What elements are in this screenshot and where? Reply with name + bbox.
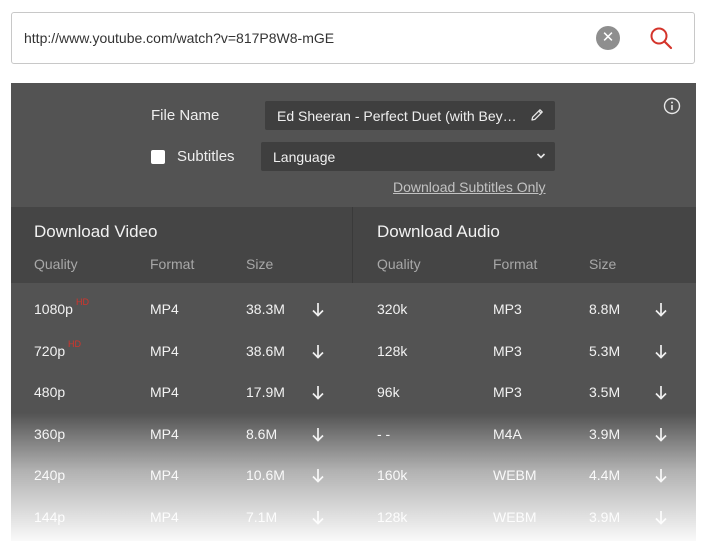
table-row: 480p MP4 17.9M 96k MP3 3.5M (11, 372, 696, 413)
download-arrow-icon[interactable] (311, 427, 325, 442)
video-format-header: Format (150, 256, 195, 272)
video-format-cell: MP4 (150, 508, 179, 525)
table-row: 720p HD MP4 38.6M 128k MP3 5.3M (11, 331, 696, 372)
video-size-header: Size (246, 256, 274, 272)
video-format-cell: MP4 (150, 301, 179, 317)
video-quality-cell: 240p (34, 467, 66, 483)
subtitles-label: Subtitles (177, 148, 235, 165)
video-size-cell: 17.9M (246, 384, 285, 400)
audio-size-cell: 3.5M (589, 384, 621, 400)
language-select[interactable]: Language (261, 142, 555, 171)
audio-quality-cell: 96k (377, 384, 400, 400)
url-input[interactable] (24, 27, 584, 49)
audio-format-cell: MP3 (493, 301, 522, 317)
download-arrow-icon[interactable] (311, 468, 325, 483)
table-row: 144p MP4 7.1M 128k WEBM 3.9M (11, 497, 696, 538)
hd-badge: HD (76, 297, 89, 307)
video-format-cell: MP4 (150, 384, 179, 400)
video-size-cell: 7.1M (246, 508, 278, 525)
audio-size-cell: 5.3M (589, 342, 621, 359)
chevron-down-icon (536, 153, 546, 159)
video-size-cell: 38.6M (246, 342, 285, 359)
pencil-icon[interactable] (529, 107, 545, 123)
video-quality-cell: 1080p (34, 301, 73, 317)
search-icon[interactable] (648, 25, 674, 51)
video-size-cell: 8.6M (246, 425, 278, 442)
video-quality-cell: 720p (34, 342, 66, 359)
download-arrow-icon[interactable] (311, 302, 325, 317)
audio-quality-header: Quality (377, 256, 421, 272)
audio-format-cell: WEBM (493, 508, 537, 525)
download-video-title: Download Video (34, 222, 158, 241)
file-name-field[interactable]: Ed Sheeran - Perfect Duet (with Beyo... (265, 101, 555, 130)
audio-size-cell: 3.9M (589, 508, 621, 525)
download-arrow-icon[interactable] (311, 385, 325, 400)
audio-quality-cell: - - (377, 425, 391, 442)
video-quality-header: Quality (34, 256, 78, 272)
audio-quality-cell: 128k (377, 508, 408, 525)
audio-format-header: Format (493, 256, 538, 272)
download-arrow-icon[interactable] (654, 427, 668, 442)
table-row: 360p MP4 8.6M - - M4A 3.9M (11, 414, 696, 455)
audio-format-cell: MP3 (493, 342, 522, 359)
download-audio-title: Download Audio (377, 222, 500, 241)
download-arrow-icon[interactable] (654, 385, 668, 400)
hd-badge: HD (68, 338, 81, 349)
download-arrow-icon[interactable] (654, 510, 668, 525)
table-row: 240p MP4 10.6M 160k WEBM 4.4M (11, 455, 696, 496)
download-arrow-icon[interactable] (654, 302, 668, 317)
video-quality-cell: 360p (34, 425, 66, 442)
audio-format-cell: M4A (493, 425, 522, 442)
audio-format-cell: WEBM (493, 467, 537, 483)
video-quality-cell: 480p (34, 384, 66, 400)
subtitles-checkbox[interactable] (151, 150, 165, 164)
file-name-label: File Name (151, 107, 220, 124)
download-arrow-icon[interactable] (311, 510, 325, 525)
video-format-cell: MP4 (150, 425, 179, 442)
audio-size-header: Size (589, 256, 617, 272)
download-arrow-icon[interactable] (311, 344, 325, 359)
url-bar: ✕ (11, 12, 695, 64)
info-icon[interactable] (663, 97, 681, 115)
audio-size-cell: 4.4M (589, 467, 621, 483)
close-icon[interactable]: ✕ (596, 26, 620, 50)
audio-quality-cell: 320k (377, 301, 408, 317)
audio-size-cell: 8.8M (589, 301, 621, 317)
download-panel: File Name Ed Sheeran - Perfect Duet (wit… (11, 83, 696, 541)
video-quality-cell: 144p (34, 508, 66, 525)
audio-quality-cell: 160k (377, 467, 408, 483)
audio-size-cell: 3.9M (589, 425, 621, 442)
video-size-cell: 38.3M (246, 301, 285, 317)
download-subtitles-link[interactable]: Download Subtitles Only (393, 179, 546, 195)
download-arrow-icon[interactable] (654, 468, 668, 483)
section-divider (352, 207, 353, 283)
video-size-cell: 10.6M (246, 467, 285, 483)
video-format-cell: MP4 (150, 467, 179, 483)
audio-format-cell: MP3 (493, 384, 522, 400)
table-row: 1080p HD MP4 38.3M 320k MP3 8.8M (11, 289, 696, 330)
download-arrow-icon[interactable] (654, 344, 668, 359)
video-format-cell: MP4 (150, 342, 179, 359)
audio-quality-cell: 128k (377, 342, 408, 359)
